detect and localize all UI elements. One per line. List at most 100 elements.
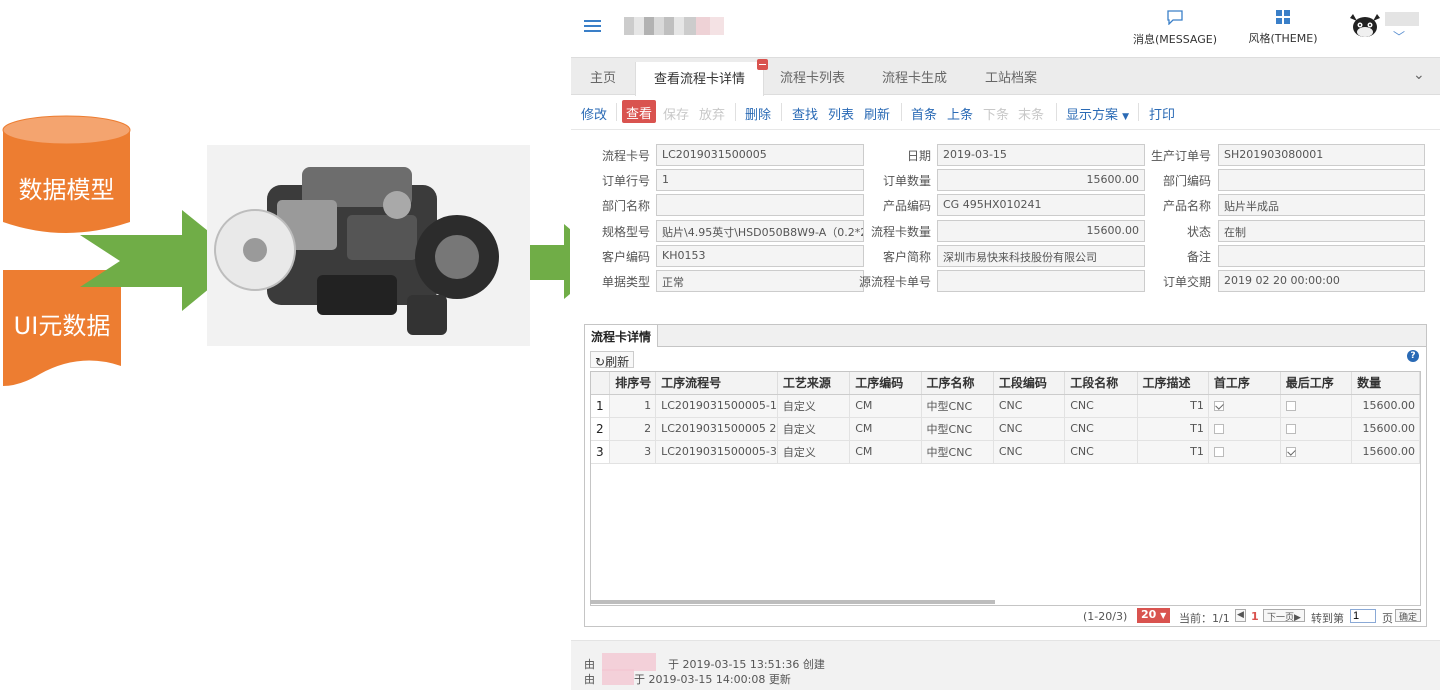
cell-proc-code[interactable]: CM (849, 394, 922, 418)
cell-proc-name[interactable]: 中型CNC (921, 394, 994, 418)
product-name-field[interactable]: 贴片半成品 (1218, 194, 1425, 216)
save-button[interactable]: 保存 (663, 104, 689, 123)
dept-code-field[interactable] (1218, 169, 1425, 191)
source-card-no-field[interactable] (937, 270, 1145, 292)
cell-section-code[interactable]: CNC (993, 394, 1066, 418)
horizontal-scrollbar[interactable] (590, 600, 995, 604)
col-header-proc-name[interactable]: 工序名称 (921, 372, 994, 395)
cell-last[interactable] (1280, 440, 1353, 464)
cell-section-code[interactable]: CNC (993, 440, 1066, 464)
table-row[interactable]: 1 1 LC2019031500005-1 自定义 CM 中型CNC CNC C… (591, 394, 1420, 418)
refresh-button[interactable]: 刷新 (864, 104, 890, 123)
order-qty-field[interactable]: 15600.00 (937, 169, 1145, 191)
first-record-button[interactable]: 首条 (911, 104, 937, 123)
card-no-field[interactable]: LC2019031500005 (656, 144, 864, 166)
prev-record-button[interactable]: 上条 (947, 104, 973, 123)
cell-section-code[interactable]: CNC (993, 417, 1066, 441)
remark-field[interactable] (1218, 245, 1425, 267)
first-process-checkbox[interactable] (1213, 401, 1224, 411)
discard-button[interactable]: 放弃 (699, 104, 725, 123)
help-icon[interactable]: ? (1407, 350, 1419, 362)
cell-source[interactable]: 自定义 (777, 417, 851, 441)
view-button[interactable]: 查看 (622, 100, 657, 123)
find-button[interactable]: 查找 (792, 104, 818, 123)
goto-confirm-button[interactable]: 确定 (1395, 609, 1421, 623)
tab-flow-card-generate[interactable]: 流程卡生成 (882, 67, 947, 86)
cell-last[interactable] (1280, 417, 1353, 441)
col-header-last[interactable]: 最后工序 (1280, 372, 1353, 395)
col-header-flow-no[interactable]: 工序流程号 (655, 372, 778, 395)
cell-qty[interactable]: 15600.00 (1351, 394, 1420, 418)
cell-proc-code[interactable]: CM (849, 440, 922, 464)
cell-flow-no[interactable]: LC2019031500005-3 (655, 440, 778, 464)
table-row[interactable]: 2 2 LC2019031500005 2 自定义 CM 中型CNC CNC C… (591, 417, 1420, 441)
col-header-proc-code[interactable]: 工序编码 (849, 372, 922, 395)
col-header-section-name[interactable]: 工段名称 (1064, 372, 1138, 395)
cell-proc-name[interactable]: 中型CNC (921, 440, 994, 464)
theme-button[interactable]: 风格(THEME) (1243, 10, 1323, 46)
message-button[interactable]: 消息(MESSAGE) (1129, 10, 1221, 47)
cell-source[interactable]: 自定义 (777, 394, 851, 418)
print-button[interactable]: 打印 (1149, 104, 1175, 123)
col-header-desc[interactable]: 工序描述 (1137, 372, 1209, 395)
col-header-section-code[interactable]: 工段编码 (993, 372, 1066, 395)
delete-button[interactable]: 删除 (745, 104, 771, 123)
cell-seq[interactable]: 1 (609, 394, 657, 418)
list-button[interactable]: 列表 (828, 104, 854, 123)
card-qty-field[interactable]: 15600.00 (937, 220, 1145, 242)
cell-seq[interactable]: 2 (609, 417, 657, 441)
cell-seq[interactable]: 3 (609, 440, 657, 464)
cell-first[interactable] (1208, 394, 1281, 418)
customer-code-field[interactable]: KH0153 (656, 245, 864, 267)
col-header-qty[interactable]: 数量 (1351, 372, 1420, 395)
col-header-first[interactable]: 首工序 (1208, 372, 1281, 395)
customer-short-field[interactable]: 深圳市易快来科技股份有限公司 (937, 245, 1145, 267)
last-process-checkbox[interactable] (1285, 401, 1296, 411)
dept-name-field[interactable] (656, 194, 864, 216)
menu-icon[interactable] (584, 20, 601, 32)
cell-qty[interactable]: 15600.00 (1351, 417, 1420, 441)
chevron-down-icon[interactable]: ⌄ (1413, 67, 1425, 83)
display-scheme-dropdown[interactable]: 显示方案 ▼ (1066, 104, 1129, 123)
tab-flow-card-detail[interactable]: 查看流程卡详情 (635, 59, 769, 96)
detail-tab[interactable]: 流程卡详情 (585, 325, 659, 347)
cell-section-name[interactable]: CNC (1064, 394, 1138, 418)
next-page-button[interactable]: 下一页▶ (1263, 609, 1305, 623)
doc-type-field[interactable]: 正常 (656, 270, 864, 292)
edit-button[interactable]: 修改 (581, 104, 607, 123)
cell-source[interactable]: 自定义 (777, 440, 851, 464)
cell-proc-name[interactable]: 中型CNC (921, 417, 994, 441)
cell-first[interactable] (1208, 440, 1281, 464)
cell-section-name[interactable]: CNC (1064, 440, 1138, 464)
cell-section-name[interactable]: CNC (1064, 417, 1138, 441)
cell-desc[interactable]: T1 (1137, 394, 1209, 418)
last-record-button[interactable]: 末条 (1018, 104, 1044, 123)
goto-page-input[interactable] (1350, 609, 1376, 623)
cell-proc-code[interactable]: CM (849, 417, 922, 441)
last-process-checkbox[interactable] (1285, 447, 1296, 457)
order-line-field[interactable]: 1 (656, 169, 864, 191)
grid-refresh-button[interactable]: ↻刷新 (590, 351, 635, 369)
chevron-down-icon[interactable]: ﹀ (1393, 28, 1405, 45)
col-header-source[interactable]: 工艺来源 (777, 372, 851, 395)
date-field[interactable]: 2019-03-15 (937, 144, 1145, 166)
prev-page-icon[interactable]: ◀ (1235, 609, 1246, 622)
first-process-checkbox[interactable] (1213, 424, 1224, 434)
page-size-select[interactable]: 20 ▼ (1137, 608, 1170, 623)
tab-station-archive[interactable]: 工站档案 (985, 67, 1037, 86)
table-row[interactable]: 3 3 LC2019031500005-3 自定义 CM 中型CNC CNC C… (591, 440, 1420, 464)
cell-flow-no[interactable]: LC2019031500005 2 (655, 417, 778, 441)
delivery-date-field[interactable]: 2019 02 20 00:00:00 (1218, 270, 1425, 292)
pager-page-number[interactable]: 1 (1251, 610, 1259, 623)
close-tab-icon[interactable] (757, 59, 769, 70)
cell-qty[interactable]: 15600.00 (1351, 440, 1420, 464)
tab-home[interactable]: 主页 (590, 67, 616, 86)
cell-last[interactable] (1280, 394, 1353, 418)
cell-first[interactable] (1208, 417, 1281, 441)
user-avatar[interactable] (1347, 8, 1383, 44)
tab-flow-card-list[interactable]: 流程卡列表 (780, 67, 845, 86)
next-record-button[interactable]: 下条 (983, 104, 1009, 123)
cell-desc[interactable]: T1 (1137, 417, 1209, 441)
status-field[interactable]: 在制 (1218, 220, 1425, 242)
last-process-checkbox[interactable] (1285, 424, 1296, 434)
